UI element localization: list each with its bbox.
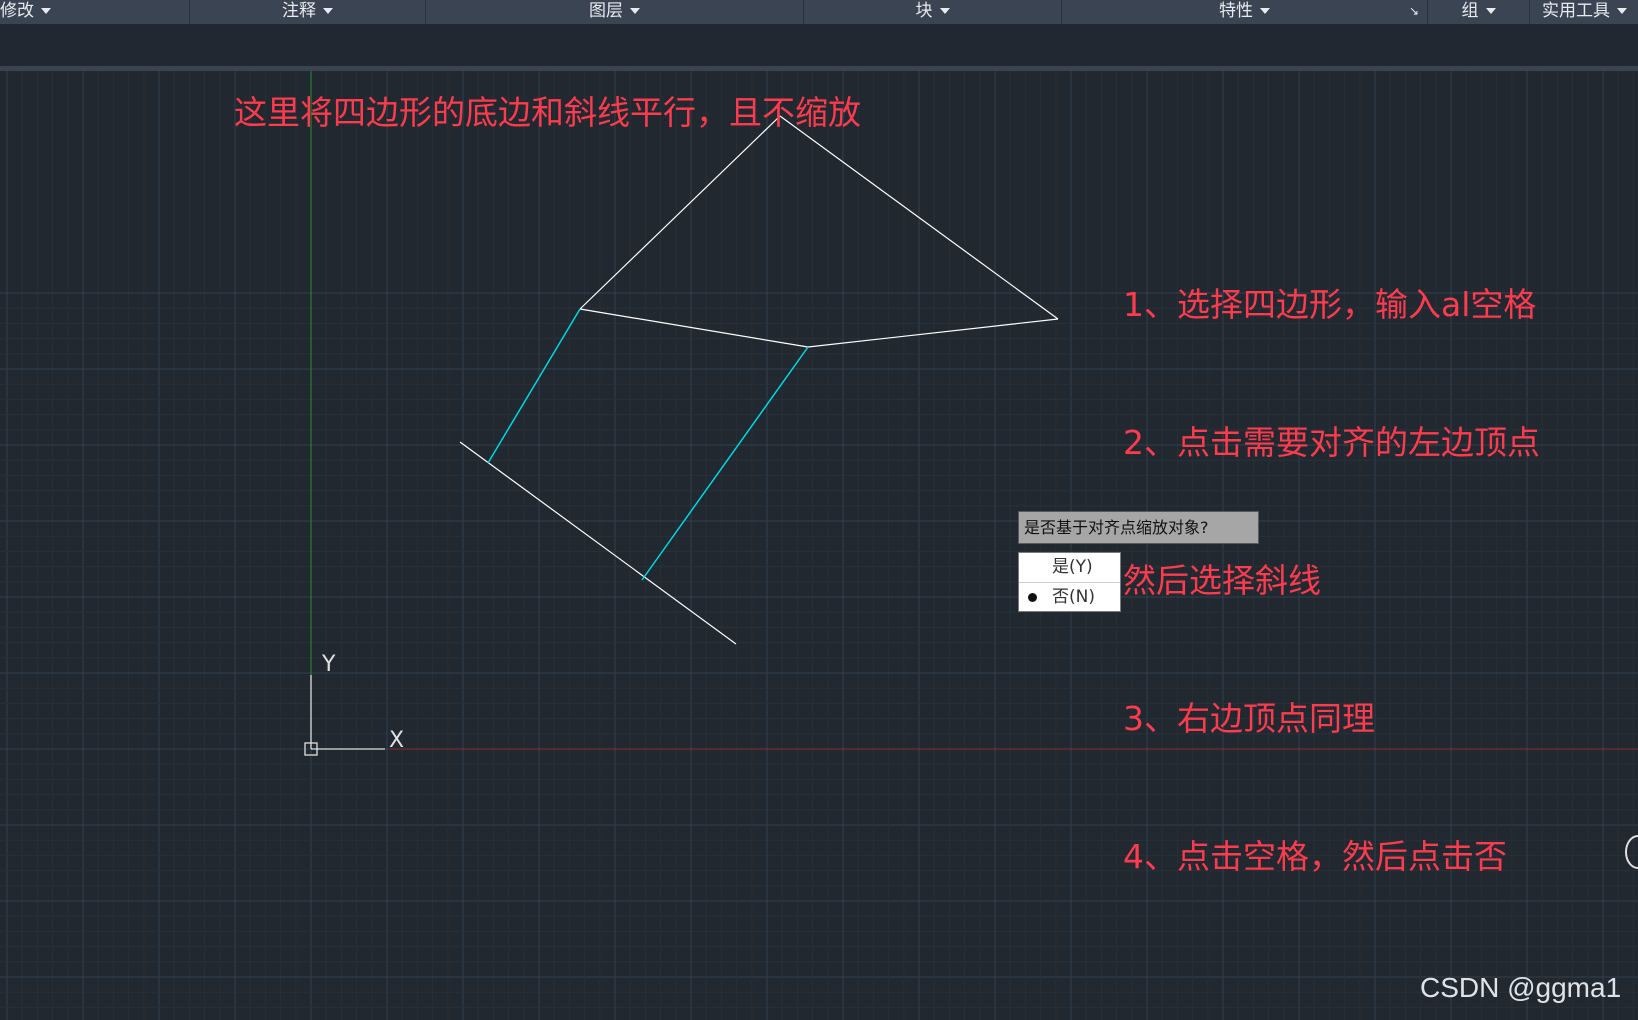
ribbon-body bbox=[0, 24, 1638, 66]
panel-label: 注释 bbox=[282, 1, 316, 21]
chevron-down-icon bbox=[323, 8, 333, 14]
chevron-down-icon bbox=[41, 8, 51, 14]
annotation-step: 1、选择四边形，输入al空格 bbox=[1123, 285, 1537, 324]
slant-line[interactable] bbox=[459, 441, 737, 645]
dynamic-input-prompt: 是否基于对齐点缩放对象? bbox=[1018, 511, 1259, 544]
ribbon-panel-groups[interactable]: 组 bbox=[1428, 0, 1530, 24]
annotation-steps: 1、选择四边形，输入al空格 2、点击需要对齐的左边顶点 然后选择斜线 3、右边… bbox=[1123, 190, 1540, 926]
option-label: 是(Y) bbox=[1052, 557, 1093, 577]
quad-edge-bottom-left[interactable] bbox=[579, 308, 809, 348]
ribbon-panel-modify[interactable]: 修改 bbox=[0, 0, 190, 24]
watermark: CSDN @ggma1 bbox=[1420, 972, 1622, 1003]
panel-label: 块 bbox=[915, 1, 933, 21]
dynamic-input-options: 是(Y) 否(N) bbox=[1018, 552, 1121, 612]
ribbon-panel-bar: 修改 注释 图层 块 特性 ↘ 组 实用工具 bbox=[0, 0, 1638, 25]
ribbon-panel-block[interactable]: 块 bbox=[804, 0, 1062, 24]
quad-edge-top-left[interactable] bbox=[579, 115, 781, 310]
ucs-x-label: X bbox=[389, 728, 404, 753]
annotation-step: 2、点击需要对齐的左边顶点 bbox=[1123, 423, 1540, 462]
annotation-step: 3、右边顶点同理 bbox=[1123, 699, 1375, 738]
chevron-down-icon bbox=[939, 8, 950, 14]
chevron-down-icon bbox=[1617, 8, 1627, 14]
chevron-down-icon bbox=[1485, 8, 1496, 14]
panel-label: 图层 bbox=[589, 1, 623, 21]
option-yes[interactable]: 是(Y) bbox=[1019, 553, 1120, 582]
quadrilateral[interactable] bbox=[579, 115, 1059, 348]
helper-line-left bbox=[487, 308, 581, 464]
chevron-down-icon bbox=[1260, 8, 1270, 14]
selected-bullet-icon bbox=[1028, 593, 1037, 602]
ucs-y-label: Y bbox=[321, 652, 336, 677]
option-label: 否(N) bbox=[1052, 587, 1095, 607]
dialog-launcher-icon[interactable]: ↘ bbox=[1409, 0, 1419, 22]
panel-label: 特性 bbox=[1219, 1, 1253, 21]
helper-line-right bbox=[641, 346, 809, 581]
panel-label: 组 bbox=[1461, 1, 1479, 21]
ribbon-panel-utilities[interactable]: 实用工具 bbox=[1530, 0, 1638, 24]
ribbon-panel-annotate[interactable]: 注释 bbox=[190, 0, 426, 24]
panel-label: 实用工具 bbox=[1542, 1, 1610, 21]
ribbon-panel-properties[interactable]: 特性 ↘ bbox=[1062, 0, 1428, 24]
annotation-title: 这里将四边形的底边和斜线平行，且不缩放 bbox=[234, 93, 861, 132]
annotation-step: 然后选择斜线 bbox=[1123, 561, 1321, 600]
ribbon-panel-layers[interactable]: 图层 bbox=[426, 0, 804, 24]
navigation-wheel-edge-icon[interactable] bbox=[1625, 835, 1638, 869]
annotation-step: 4、点击空格，然后点击否 bbox=[1123, 837, 1507, 876]
panel-label: 修改 bbox=[0, 1, 34, 21]
chevron-down-icon bbox=[630, 8, 640, 14]
option-no[interactable]: 否(N) bbox=[1019, 582, 1120, 612]
